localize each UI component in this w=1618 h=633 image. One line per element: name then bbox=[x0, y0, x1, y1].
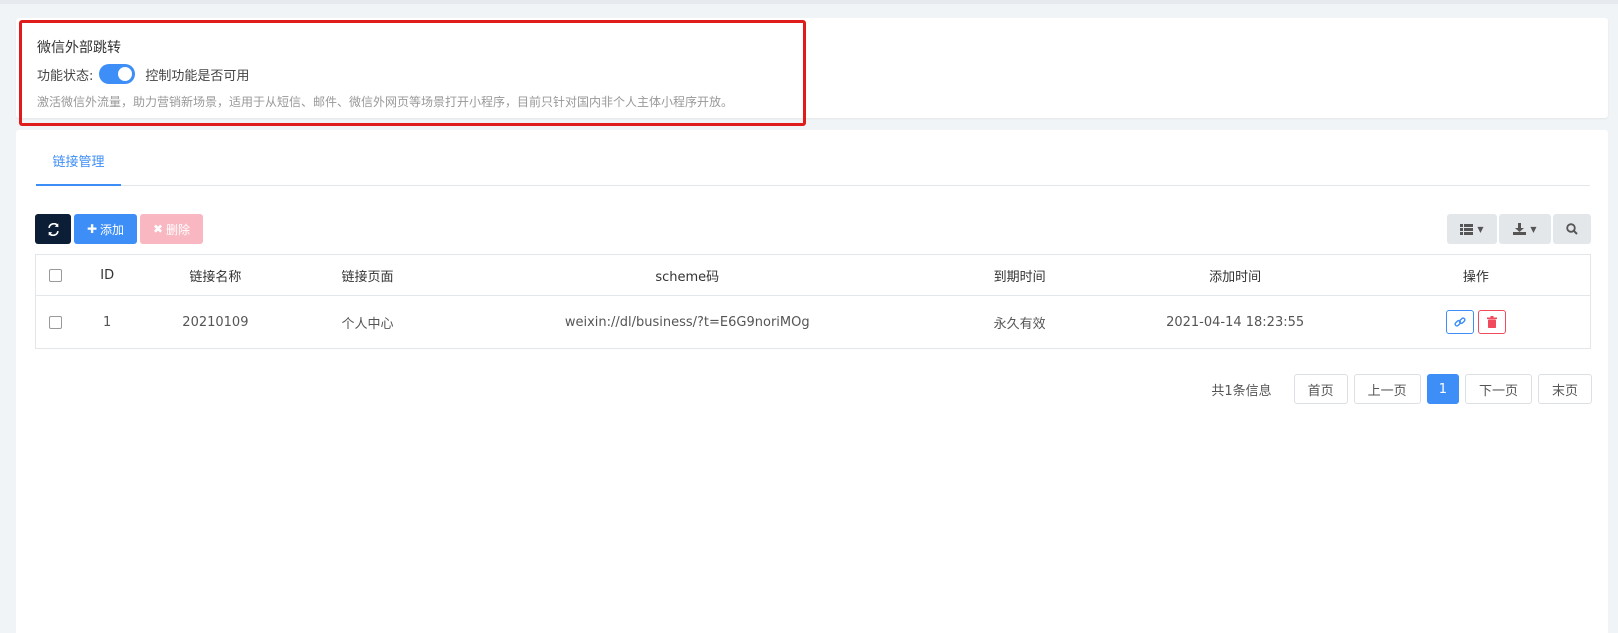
header-actions: 操作 bbox=[1462, 269, 1489, 285]
header-scheme[interactable]: scheme码 bbox=[444, 266, 931, 285]
status-label: 功能状态: bbox=[37, 68, 94, 84]
toggle-knob bbox=[118, 67, 133, 81]
page-1-button[interactable]: 1 bbox=[1426, 374, 1459, 404]
delete-button-label: 删除 bbox=[166, 222, 191, 237]
header-expire[interactable]: 到期时间 bbox=[931, 266, 1108, 285]
total-count: 共1条信息 bbox=[1211, 383, 1272, 399]
feature-title: 微信外部跳转 bbox=[37, 40, 121, 56]
select-all-checkbox[interactable] bbox=[49, 268, 62, 282]
cell-id: 1 bbox=[103, 314, 112, 330]
refresh-icon bbox=[47, 222, 59, 236]
chevron-down-icon: ▼ bbox=[1530, 224, 1537, 234]
top-border bbox=[0, 0, 1618, 4]
cell-actions bbox=[1362, 310, 1590, 334]
status-row: 功能状态: 控制功能是否可用 bbox=[37, 64, 249, 84]
header-page[interactable]: 链接页面 bbox=[291, 266, 443, 285]
search-button[interactable] bbox=[1553, 214, 1591, 244]
last-page-button[interactable]: 末页 bbox=[1537, 374, 1592, 404]
header-added[interactable]: 添加时间 bbox=[1108, 266, 1361, 285]
tab-link-management[interactable]: 链接管理 bbox=[36, 146, 121, 186]
next-page-button[interactable]: 下一页 bbox=[1464, 374, 1532, 404]
add-button-label: 添加 bbox=[100, 222, 125, 237]
times-icon: ✖ bbox=[152, 222, 164, 236]
cell-expire: 永久有效 bbox=[993, 316, 1046, 332]
header-name[interactable]: 链接名称 bbox=[139, 266, 291, 285]
first-page-button[interactable]: 首页 bbox=[1293, 374, 1348, 404]
cell-name: 20210109 bbox=[182, 314, 249, 330]
download-icon bbox=[1513, 223, 1527, 235]
delete-button[interactable]: ✖ 删除 bbox=[140, 214, 203, 244]
table-row: 1 20210109 个人中心 weixin://dl/business/?t=… bbox=[36, 296, 1590, 348]
add-button[interactable]: ✚ 添加 bbox=[74, 214, 137, 244]
table-header-row: ID 链接名称 链接页面 scheme码 到期时间 添加时间 操作 bbox=[36, 255, 1590, 296]
link-button[interactable] bbox=[1445, 310, 1474, 334]
delete-row-button[interactable] bbox=[1477, 310, 1506, 334]
chevron-down-icon: ▼ bbox=[1477, 224, 1484, 234]
row-checkbox[interactable] bbox=[49, 315, 62, 329]
export-button[interactable]: ▼ bbox=[1499, 214, 1551, 244]
trash-icon bbox=[1486, 316, 1497, 328]
columns-toggle-button[interactable]: ▼ bbox=[1447, 214, 1497, 244]
header-id[interactable]: ID bbox=[75, 268, 139, 283]
select-all-cell bbox=[36, 268, 75, 283]
cell-page: 个人中心 bbox=[341, 316, 394, 332]
links-table: ID 链接名称 链接页面 scheme码 到期时间 添加时间 操作 1 2021… bbox=[35, 254, 1591, 349]
cell-scheme: weixin://dl/business/?t=E6G9noriMOg bbox=[564, 314, 810, 330]
feature-description: 激活微信外流量，助力营销新场景，适用于从短信、邮件、微信外网页等场景打开小程序，… bbox=[37, 95, 734, 109]
tab-bar: 链接管理 bbox=[36, 146, 1590, 186]
pagination: 共1条信息 首页 上一页 1 下一页 末页 bbox=[1211, 374, 1592, 404]
search-icon bbox=[1566, 223, 1578, 235]
toggle-description: 控制功能是否可用 bbox=[145, 68, 250, 84]
feature-toggle[interactable] bbox=[99, 64, 136, 84]
refresh-button[interactable] bbox=[35, 214, 71, 244]
plus-icon: ✚ bbox=[86, 222, 98, 236]
cell-added: 2021-04-14 18:23:55 bbox=[1166, 314, 1305, 330]
row-select-cell bbox=[36, 315, 75, 330]
link-icon bbox=[1454, 317, 1466, 327]
list-icon bbox=[1460, 223, 1474, 235]
prev-page-button[interactable]: 上一页 bbox=[1353, 374, 1421, 404]
